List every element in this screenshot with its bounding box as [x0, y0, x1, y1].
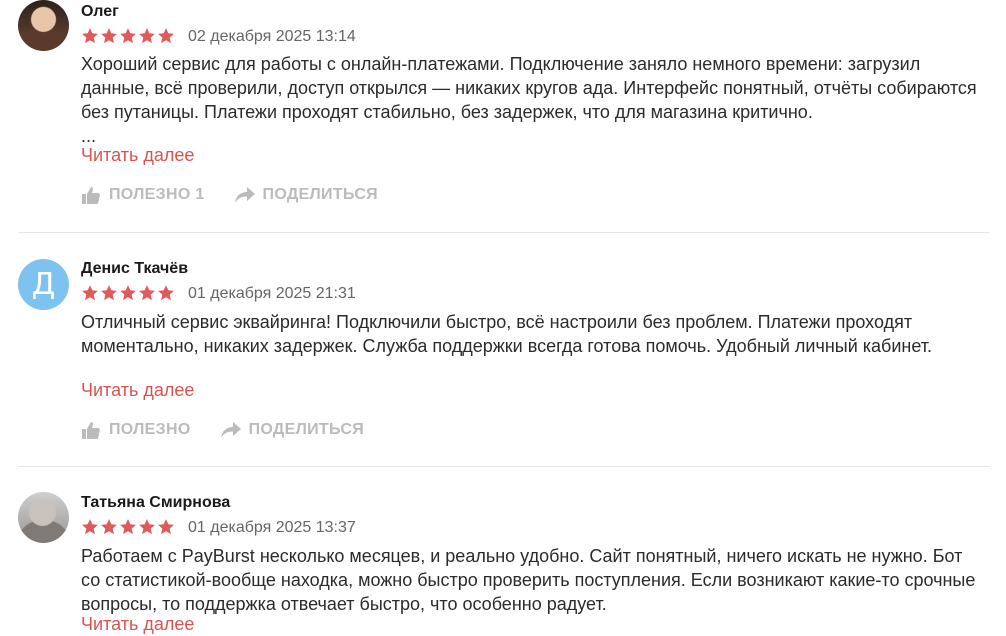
divider: [18, 232, 990, 233]
review-text: Работаем с PayBurst несколько месяцев, и…: [81, 546, 981, 614]
review-text: Отличный сервис эквайринга! Подключили б…: [81, 312, 933, 356]
star-icon: [101, 519, 117, 535]
review-author: Олег: [81, 3, 119, 20]
review-actions: ПОЛЕЗНО ПОДЕЛИТЬСЯ: [81, 421, 364, 439]
star-icon: [120, 285, 136, 301]
thumbs-up-icon: [81, 186, 101, 204]
like-button[interactable]: ПОЛЕЗНО 1: [81, 186, 205, 204]
star-icon: [139, 28, 155, 44]
share-button[interactable]: ПОДЕЛИТЬСЯ: [234, 186, 378, 204]
review-date: 01 декабря 2025 21:31: [188, 285, 356, 302]
share-label: ПОДЕЛИТЬСЯ: [248, 421, 365, 438]
star-icon: [82, 285, 98, 301]
review-date: 02 декабря 2025 13:14: [188, 28, 356, 45]
star-icon: [158, 519, 174, 535]
like-label: ПОЛЕЗНО: [109, 421, 191, 438]
star-icon: [120, 519, 136, 535]
read-more-link[interactable]: Читать далее: [81, 614, 194, 635]
user-avatar: [18, 492, 69, 543]
star-icon: [101, 28, 117, 44]
user-avatar: [18, 0, 69, 51]
star-icon: [82, 519, 98, 535]
review-author: Татьяна Смирнова: [81, 494, 231, 511]
like-label: ПОЛЕЗНО 1: [109, 186, 205, 203]
read-more-link[interactable]: Читать далее: [81, 380, 194, 401]
review-date: 01 декабря 2025 13:37: [188, 519, 356, 536]
star-icon: [139, 285, 155, 301]
share-label: ПОДЕЛИТЬСЯ: [262, 186, 378, 203]
star-icon: [82, 28, 98, 44]
review-author: Денис Ткачёв: [81, 260, 189, 277]
rating-stars: [81, 518, 175, 536]
thumbs-up-icon: [81, 421, 101, 439]
rating-stars: [81, 284, 175, 302]
star-icon: [120, 28, 136, 44]
share-arrow-icon: [234, 187, 255, 203]
star-icon: [158, 285, 174, 301]
share-button[interactable]: ПОДЕЛИТЬСЯ: [220, 421, 365, 439]
like-button[interactable]: ПОЛЕЗНО: [81, 421, 191, 439]
read-more-link[interactable]: Читать далее: [81, 145, 194, 166]
divider: [18, 466, 990, 467]
star-icon: [101, 285, 117, 301]
share-arrow-icon: [220, 422, 241, 438]
star-icon: [139, 519, 155, 535]
rating-stars: [81, 27, 175, 45]
review-text: Хороший сервис для работы с онлайн-плате…: [81, 54, 977, 146]
review-actions: ПОЛЕЗНО 1 ПОДЕЛИТЬСЯ: [81, 186, 378, 204]
star-icon: [158, 28, 174, 44]
user-avatar: Д: [18, 259, 69, 310]
